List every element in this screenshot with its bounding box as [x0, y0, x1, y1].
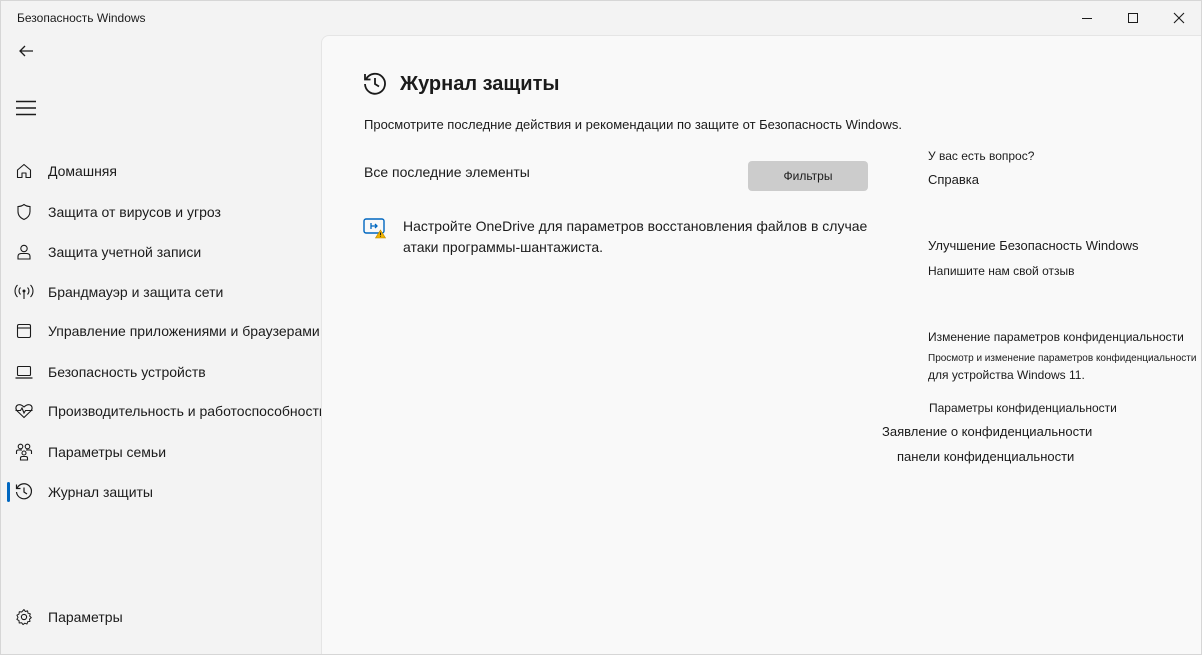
minimize-button[interactable]: [1064, 1, 1110, 35]
sidebar-item-label: Домашняя: [48, 163, 117, 179]
sidebar-item-label: Защита от вирусов и угроз: [48, 204, 221, 220]
app-title: Безопасность Windows: [17, 11, 146, 25]
gear-icon: [14, 607, 34, 627]
sidebar-item-app-browser-control[interactable]: Управление приложениями и браузерами: [5, 314, 320, 348]
title-bar: Безопасность Windows: [1, 1, 1201, 35]
sidebar-item-label: Параметры семьи: [48, 444, 167, 460]
shield-icon: [14, 202, 34, 222]
hamburger-menu-button[interactable]: [9, 93, 43, 123]
sidebar-item-device-security[interactable]: Безопасность устройств: [5, 355, 317, 389]
app-window-icon: [14, 321, 34, 341]
laptop-icon: [14, 362, 34, 382]
minimize-icon: [1082, 18, 1092, 19]
close-button[interactable]: [1156, 1, 1202, 35]
sidebar-item-firewall[interactable]: Брандмауэр и защита сети: [5, 275, 317, 309]
close-icon: [1173, 12, 1185, 24]
privacy-dashboard-link[interactable]: панели конфиденциальности: [897, 449, 1074, 464]
app-window: Безопасность Windows Домашняя Защита от …: [0, 0, 1202, 655]
sidebar: Домашняя Защита от вирусов и угроз Защит…: [1, 35, 402, 654]
recommendation-text[interactable]: Настройте OneDrive для параметров восста…: [403, 216, 903, 258]
sidebar-item-label: Брандмауэр и защита сети: [48, 284, 224, 300]
back-button[interactable]: [9, 37, 43, 65]
heart-pulse-icon: [14, 401, 34, 421]
help-link[interactable]: Справка: [928, 172, 979, 187]
sidebar-item-label: Журнал защиты: [48, 484, 153, 500]
home-icon: [14, 161, 34, 181]
sidebar-item-device-performance[interactable]: Производительность и работоспособность у…: [5, 394, 402, 428]
sidebar-item-settings[interactable]: Параметры: [5, 600, 317, 634]
sidebar-item-home[interactable]: Домашняя: [5, 154, 317, 188]
recent-items-label: Все последние элементы: [364, 164, 530, 180]
feedback-link[interactable]: Напишите нам свой отзыв: [928, 264, 1074, 278]
page-subtitle: Просмотрите последние действия и рекомен…: [364, 117, 903, 132]
question-heading: У вас есть вопрос?: [928, 149, 1035, 163]
page-title: Журнал защиты: [400, 73, 560, 95]
maximize-button[interactable]: [1110, 1, 1156, 35]
sidebar-item-protection-history[interactable]: Журнал защиты: [5, 475, 317, 509]
privacy-settings-link[interactable]: Параметры конфиденциальности: [929, 401, 1117, 415]
privacy-description: для устройства Windows 11.: [928, 368, 1085, 382]
privacy-description: Просмотр и изменение параметров конфиден…: [928, 353, 1197, 364]
person-icon: [14, 242, 34, 262]
filters-button[interactable]: Фильтры: [748, 161, 868, 191]
maximize-icon: [1128, 13, 1138, 23]
privacy-heading: Изменение параметров конфиденциальности: [928, 330, 1184, 344]
history-icon: [14, 482, 34, 502]
sidebar-item-label: Параметры: [48, 609, 123, 625]
sidebar-item-label: Безопасность устройств: [48, 364, 206, 380]
back-arrow-icon: [19, 45, 33, 57]
wifi-antenna-icon: [14, 282, 34, 302]
onedrive-warning-icon[interactable]: [363, 217, 387, 239]
hamburger-icon: [16, 100, 36, 116]
sidebar-item-label: Управление приложениями и браузерами: [48, 323, 320, 339]
family-icon: [14, 442, 34, 462]
sidebar-item-family-options[interactable]: Параметры семьи: [5, 435, 317, 469]
improve-heading: Улучшение Безопасность Windows: [928, 238, 1139, 253]
sidebar-item-label: Защита учетной записи: [48, 244, 202, 260]
history-icon: [362, 71, 388, 97]
privacy-statement-link[interactable]: Заявление о конфиденциальности: [882, 424, 1092, 439]
sidebar-item-virus-protection[interactable]: Защита от вирусов и угроз: [5, 195, 317, 229]
sidebar-item-account-protection[interactable]: Защита учетной записи: [5, 235, 317, 269]
